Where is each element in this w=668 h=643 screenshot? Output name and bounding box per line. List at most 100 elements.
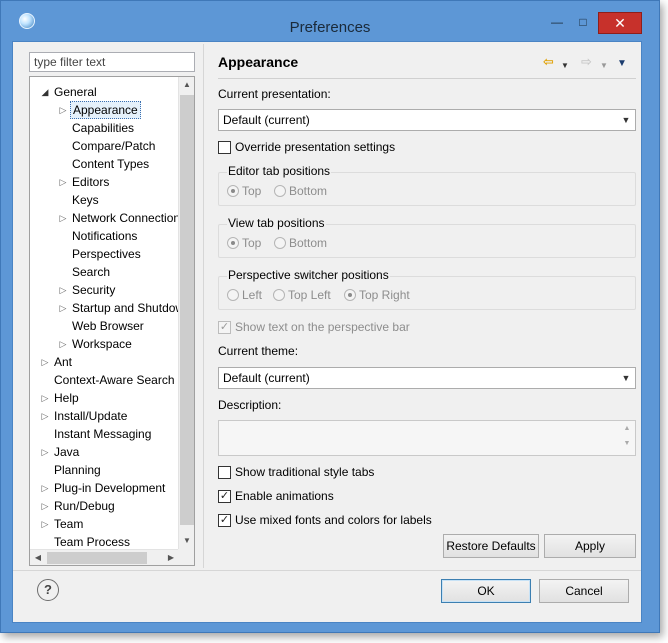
tree-item-label: Instant Messaging bbox=[54, 427, 152, 441]
tree-item-label: Security bbox=[72, 283, 116, 297]
tree-item[interactable]: ▷ Run/Debug bbox=[30, 497, 179, 515]
filter-input[interactable]: type filter text bbox=[29, 52, 195, 72]
description-textarea[interactable]: ▲ ▼ bbox=[218, 420, 636, 456]
tree-item-label: Appearance bbox=[70, 101, 141, 119]
tree-item[interactable]: Keys bbox=[30, 191, 179, 209]
tree-item-label: Help bbox=[54, 391, 79, 405]
tree-item[interactable]: ▷ Workspace bbox=[30, 335, 179, 353]
forward-history-dropdown-icon[interactable]: ▼ bbox=[600, 58, 608, 74]
tree-item-label: Install/Update bbox=[54, 409, 128, 423]
editor-tab-group-title: Editor tab positions bbox=[227, 164, 332, 178]
tree-collapsed-icon[interactable]: ▷ bbox=[58, 101, 68, 119]
tree-item-label: Perspectives bbox=[72, 247, 141, 261]
scroll-left-icon[interactable]: ◀ bbox=[30, 550, 46, 565]
close-button[interactable]: ✕ bbox=[598, 12, 642, 34]
tree-collapsed-icon[interactable]: ▷ bbox=[40, 515, 50, 533]
scroll-up-icon[interactable]: ▲ bbox=[179, 77, 194, 93]
minimize-button[interactable]: — bbox=[544, 12, 570, 34]
view-tab-group-title: View tab positions bbox=[227, 216, 326, 230]
back-history-dropdown-icon[interactable]: ▼ bbox=[561, 58, 569, 74]
chevron-down-icon: ▼ bbox=[621, 373, 631, 383]
tree-item[interactable]: ▷ Network Connection bbox=[30, 209, 181, 227]
tree-item[interactable]: Instant Messaging bbox=[30, 425, 179, 443]
tree-item[interactable]: ▷ Security bbox=[30, 281, 179, 299]
tree-item[interactable]: ▷ Appearance bbox=[30, 101, 179, 119]
tree-item[interactable]: Web Browser bbox=[30, 317, 179, 335]
tree-item-label: Startup and Shutdown bbox=[72, 301, 191, 315]
back-arrow-icon[interactable]: ⇦ bbox=[543, 54, 554, 70]
ok-button[interactable]: OK bbox=[441, 579, 531, 603]
scroll-down-icon[interactable]: ▼ bbox=[179, 533, 194, 549]
theme-select[interactable]: Default (current) ▼ bbox=[218, 367, 636, 389]
tree-item[interactable]: ▷ Startup and Shutdown bbox=[30, 299, 191, 317]
scroll-corner bbox=[178, 549, 194, 565]
tree-item-label: Workspace bbox=[72, 337, 132, 351]
checkbox-box bbox=[218, 141, 231, 154]
tree-item-label: Context-Aware Search bbox=[54, 373, 175, 387]
tree-item-label: Run/Debug bbox=[54, 499, 115, 513]
traditional-tabs-label: Show traditional style tabs bbox=[235, 465, 375, 479]
tree-item-label: Search bbox=[72, 265, 111, 279]
tree-horizontal-scroll-thumb[interactable] bbox=[47, 552, 147, 564]
tree-vertical-scrollbar[interactable]: ▲ ▼ bbox=[178, 77, 194, 549]
tree-collapsed-icon[interactable]: ▷ bbox=[58, 299, 68, 317]
tree-collapsed-icon[interactable]: ▷ bbox=[58, 209, 68, 227]
tree-item[interactable]: Search bbox=[30, 263, 179, 281]
tree-collapsed-icon[interactable]: ▷ bbox=[58, 281, 68, 299]
tree-item-label: Java bbox=[54, 445, 80, 459]
page-title: Appearance bbox=[218, 54, 299, 70]
tree-collapsed-icon[interactable]: ▷ bbox=[58, 335, 68, 353]
pane-splitter[interactable] bbox=[203, 44, 204, 568]
tree-collapsed-icon[interactable]: ▷ bbox=[58, 173, 68, 191]
forward-arrow-icon[interactable]: ⇨ bbox=[581, 54, 592, 70]
switcher-top-left-label: Top Left bbox=[288, 288, 331, 302]
tree-collapsed-icon[interactable]: ▷ bbox=[40, 497, 50, 515]
tree-item[interactable]: Notifications bbox=[30, 227, 179, 245]
tree-item[interactable]: Planning bbox=[30, 461, 179, 479]
tree-item[interactable]: ▷ Ant bbox=[30, 353, 179, 371]
tree-item[interactable]: Capabilities bbox=[30, 119, 179, 137]
radio-dot bbox=[227, 289, 239, 301]
radio-dot bbox=[227, 237, 239, 249]
scroll-right-icon[interactable]: ▶ bbox=[163, 550, 179, 565]
tree-item[interactable]: ▷ Help bbox=[30, 389, 179, 407]
tree-item-label: Planning bbox=[54, 463, 101, 477]
switcher-top-right-label: Top Right bbox=[359, 288, 410, 302]
tree-item[interactable]: Context-Aware Search bbox=[30, 371, 179, 389]
tree-collapsed-icon[interactable]: ▷ bbox=[40, 353, 50, 371]
tree-item[interactable]: Compare/Patch bbox=[30, 137, 179, 155]
description-scroll-arrows-icon[interactable]: ▲ ▼ bbox=[619, 421, 635, 455]
checkmark-icon: ✓ bbox=[218, 490, 231, 503]
presentation-select[interactable]: Default (current) ▼ bbox=[218, 109, 636, 131]
maximize-button[interactable]: □ bbox=[570, 12, 596, 34]
tree-horizontal-scrollbar[interactable]: ◀ ▶ bbox=[30, 549, 179, 565]
checkmark-icon: ✓ bbox=[218, 321, 231, 334]
restore-defaults-button[interactable]: Restore Defaults bbox=[443, 534, 539, 558]
footer-separator bbox=[13, 570, 641, 571]
tree-expanded-icon[interactable]: ◢ bbox=[40, 83, 50, 101]
tree-vertical-scroll-thumb[interactable] bbox=[180, 95, 194, 525]
tree-item[interactable]: ▷ Install/Update bbox=[30, 407, 179, 425]
cancel-button[interactable]: Cancel bbox=[539, 579, 629, 603]
tree-item[interactable]: Content Types bbox=[30, 155, 179, 173]
current-theme-label: Current theme: bbox=[218, 344, 299, 358]
tree-item[interactable]: ◢ General bbox=[30, 83, 179, 101]
view-tab-bottom-label: Bottom bbox=[289, 236, 328, 250]
tree-item[interactable]: Perspectives bbox=[30, 245, 179, 263]
perspective-switcher-group-title: Perspective switcher positions bbox=[227, 268, 390, 282]
help-icon[interactable]: ? bbox=[37, 579, 59, 601]
override-presentation-label: Override presentation settings bbox=[235, 140, 396, 154]
tree-item-label: General bbox=[54, 85, 97, 99]
tree-collapsed-icon[interactable]: ▷ bbox=[40, 407, 50, 425]
view-menu-icon[interactable]: ▼ bbox=[617, 56, 627, 72]
tree-item[interactable]: ▷ Plug-in Development bbox=[30, 479, 179, 497]
tree-item[interactable]: ▷ Editors bbox=[30, 173, 179, 191]
tree-collapsed-icon[interactable]: ▷ bbox=[40, 389, 50, 407]
tree-collapsed-icon[interactable]: ▷ bbox=[40, 443, 50, 461]
tree-item[interactable]: ▷ Team bbox=[30, 515, 179, 533]
tree-item[interactable]: ▷ Java bbox=[30, 443, 179, 461]
tree-collapsed-icon[interactable]: ▷ bbox=[40, 479, 50, 497]
title-bar[interactable]: Preferences — □ ✕ bbox=[1, 1, 659, 36]
chevron-down-icon: ▼ bbox=[621, 115, 631, 125]
apply-button[interactable]: Apply bbox=[544, 534, 636, 558]
